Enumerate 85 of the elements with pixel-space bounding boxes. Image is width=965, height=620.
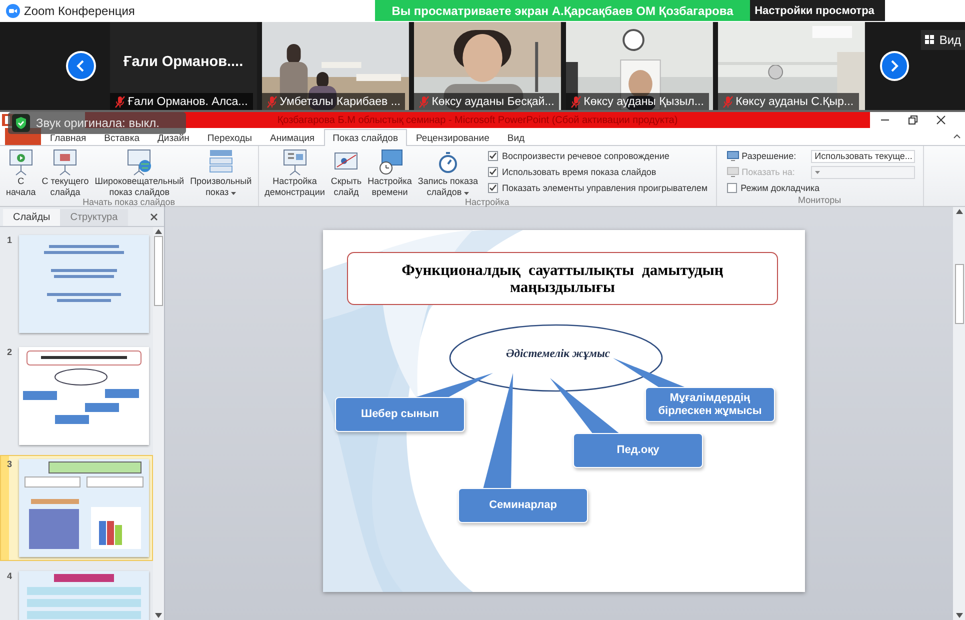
monitor-icon [726, 167, 739, 177]
shield-check-icon [12, 114, 30, 132]
screen-share-banner: Вы просматриваете экран А.Қарсақбаев ОМ Қозбагарова [375, 0, 750, 21]
muted-mic-icon [418, 96, 429, 108]
slide-number: 1 [7, 235, 14, 247]
projector-screen-icon [51, 148, 80, 176]
previous-page-button[interactable] [66, 51, 96, 81]
ribbon-tab[interactable]: Вид [498, 131, 534, 145]
scroll-up-icon[interactable] [155, 229, 162, 234]
ribbon-button[interactable]: С текущего слайда [40, 148, 91, 197]
ribbon-button[interactable]: Широковещательный показ слайдов [92, 148, 186, 197]
view-button[interactable]: Вид [921, 30, 965, 50]
panel-tab[interactable]: Слайды [3, 209, 60, 226]
field-label: Разрешение: [742, 151, 798, 161]
grid-icon [925, 35, 936, 45]
participant-tile[interactable]: Көксу ауданы Қызыл... [566, 22, 713, 110]
ellipse-label: Әдістемелік жұмыс [504, 348, 612, 360]
ribbon-tab[interactable]: Главная [41, 131, 96, 145]
scroll-thumb-icon[interactable] [154, 236, 163, 306]
group-label: Начать показ слайдов [82, 197, 176, 207]
ribbon-tab[interactable]: Переходы [198, 131, 261, 145]
checkbox[interactable]: Режим докладчика [726, 181, 915, 195]
scroll-thumb-icon[interactable] [954, 264, 964, 324]
slide-title: Функционалдық сауаттылықты дамытудың маңыздылығы [347, 252, 778, 305]
slide-number: 3 [7, 459, 14, 471]
close-icon[interactable] [936, 115, 946, 125]
ribbon-button[interactable]: Настройка времени [366, 148, 414, 197]
notice-text: Звук оригинала: выкл. [36, 116, 160, 130]
participant-tile[interactable]: Көксу ауданы Бесқай... [414, 22, 561, 110]
muted-mic-icon [114, 96, 125, 108]
scroll-down-icon[interactable] [956, 613, 962, 618]
chevron-left-icon [76, 60, 86, 72]
checkbox[interactable]: Показать элементы управления проигрывателем [488, 181, 708, 195]
ribbon-tab[interactable]: Рецензирование [407, 131, 498, 145]
view-options-button[interactable]: Настройки просмотра [750, 0, 885, 21]
callout-box: Семинарлар [458, 488, 588, 523]
slide-list-item[interactable]: 4 [0, 567, 153, 620]
ribbon-tab[interactable]: Показ слайдов [324, 129, 407, 146]
collapse-ribbon-icon[interactable] [953, 132, 961, 140]
ribbon-button[interactable]: Произвольный показ [188, 148, 254, 197]
slide-settings-icon [280, 148, 309, 176]
close-icon[interactable] [150, 213, 158, 221]
participant-tile[interactable]: Көксу ауданы С.Қыр... [718, 22, 864, 110]
scroll-up-icon[interactable] [956, 209, 962, 214]
ribbon-tab[interactable]: Анимация [260, 131, 324, 145]
document-title: Қозбагарова Б.М облыстық семинар - Microsoft PowerPoint (Сбой активации продукта) [277, 114, 678, 126]
window-title: Zoom Конференция [24, 4, 135, 18]
slide-list-item[interactable]: 2 [0, 343, 153, 449]
ribbon-button[interactable]: С начала [4, 148, 38, 197]
muted-mic-icon [570, 96, 581, 108]
ribbon-tab[interactable]: Вставка [95, 131, 148, 145]
checkbox[interactable]: Использовать время показа слайдов [488, 165, 708, 179]
chevron-right-icon [889, 60, 900, 72]
callout-box: Пед.оқу [573, 433, 703, 468]
group-label: Мониторы [797, 195, 842, 206]
participant-name: Ғали Орманов.... [122, 54, 244, 70]
globe-screen-icon [125, 148, 154, 176]
field-label: Показать на: [742, 167, 796, 177]
checkbox[interactable]: Воспроизвести речевое сопровождение [488, 149, 708, 163]
scroll-down-icon[interactable] [155, 613, 162, 618]
ribbon-button[interactable]: Запись показа слайдов [416, 148, 480, 197]
video-camera-icon [6, 4, 20, 18]
participant-label: Көксу ауданы Бесқай... [432, 96, 554, 108]
slide-list-item[interactable]: 3 [0, 455, 153, 561]
slide-number: 4 [7, 571, 14, 583]
caret-icon [814, 170, 820, 174]
ribbon-button[interactable]: Настройка демонстрации [262, 148, 327, 197]
participant-label: Умбеталы Карибаев ... [280, 96, 400, 108]
group-label: Настройка [464, 197, 510, 207]
slide-number: 2 [7, 347, 14, 359]
slide-list-item[interactable]: 1 [0, 231, 153, 337]
monitor-icon [726, 151, 739, 161]
projector-screen-icon [6, 148, 35, 176]
ribbon-tab[interactable]: Дизайн [148, 131, 198, 145]
restore-icon[interactable] [908, 115, 918, 125]
participant-label: Ғали Орманов. Алса... [128, 96, 248, 108]
muted-mic-icon [722, 96, 733, 108]
muted-mic-icon [266, 96, 277, 108]
participant-label: Көксу ауданы Қызыл... [584, 96, 704, 108]
participant-label: Көксу ауданы С.Қыр... [736, 96, 854, 108]
dropdown-field[interactable]: Использовать текуще... [810, 150, 915, 162]
ribbon-button[interactable]: Скрыть слайд [328, 148, 364, 197]
next-page-button[interactable] [880, 51, 910, 81]
participant-tile[interactable]: Ғали Орманов.... Ғали Орманов. Алса... [110, 22, 257, 110]
participant-tile[interactable]: Умбеталы Карибаев ... [262, 22, 409, 110]
